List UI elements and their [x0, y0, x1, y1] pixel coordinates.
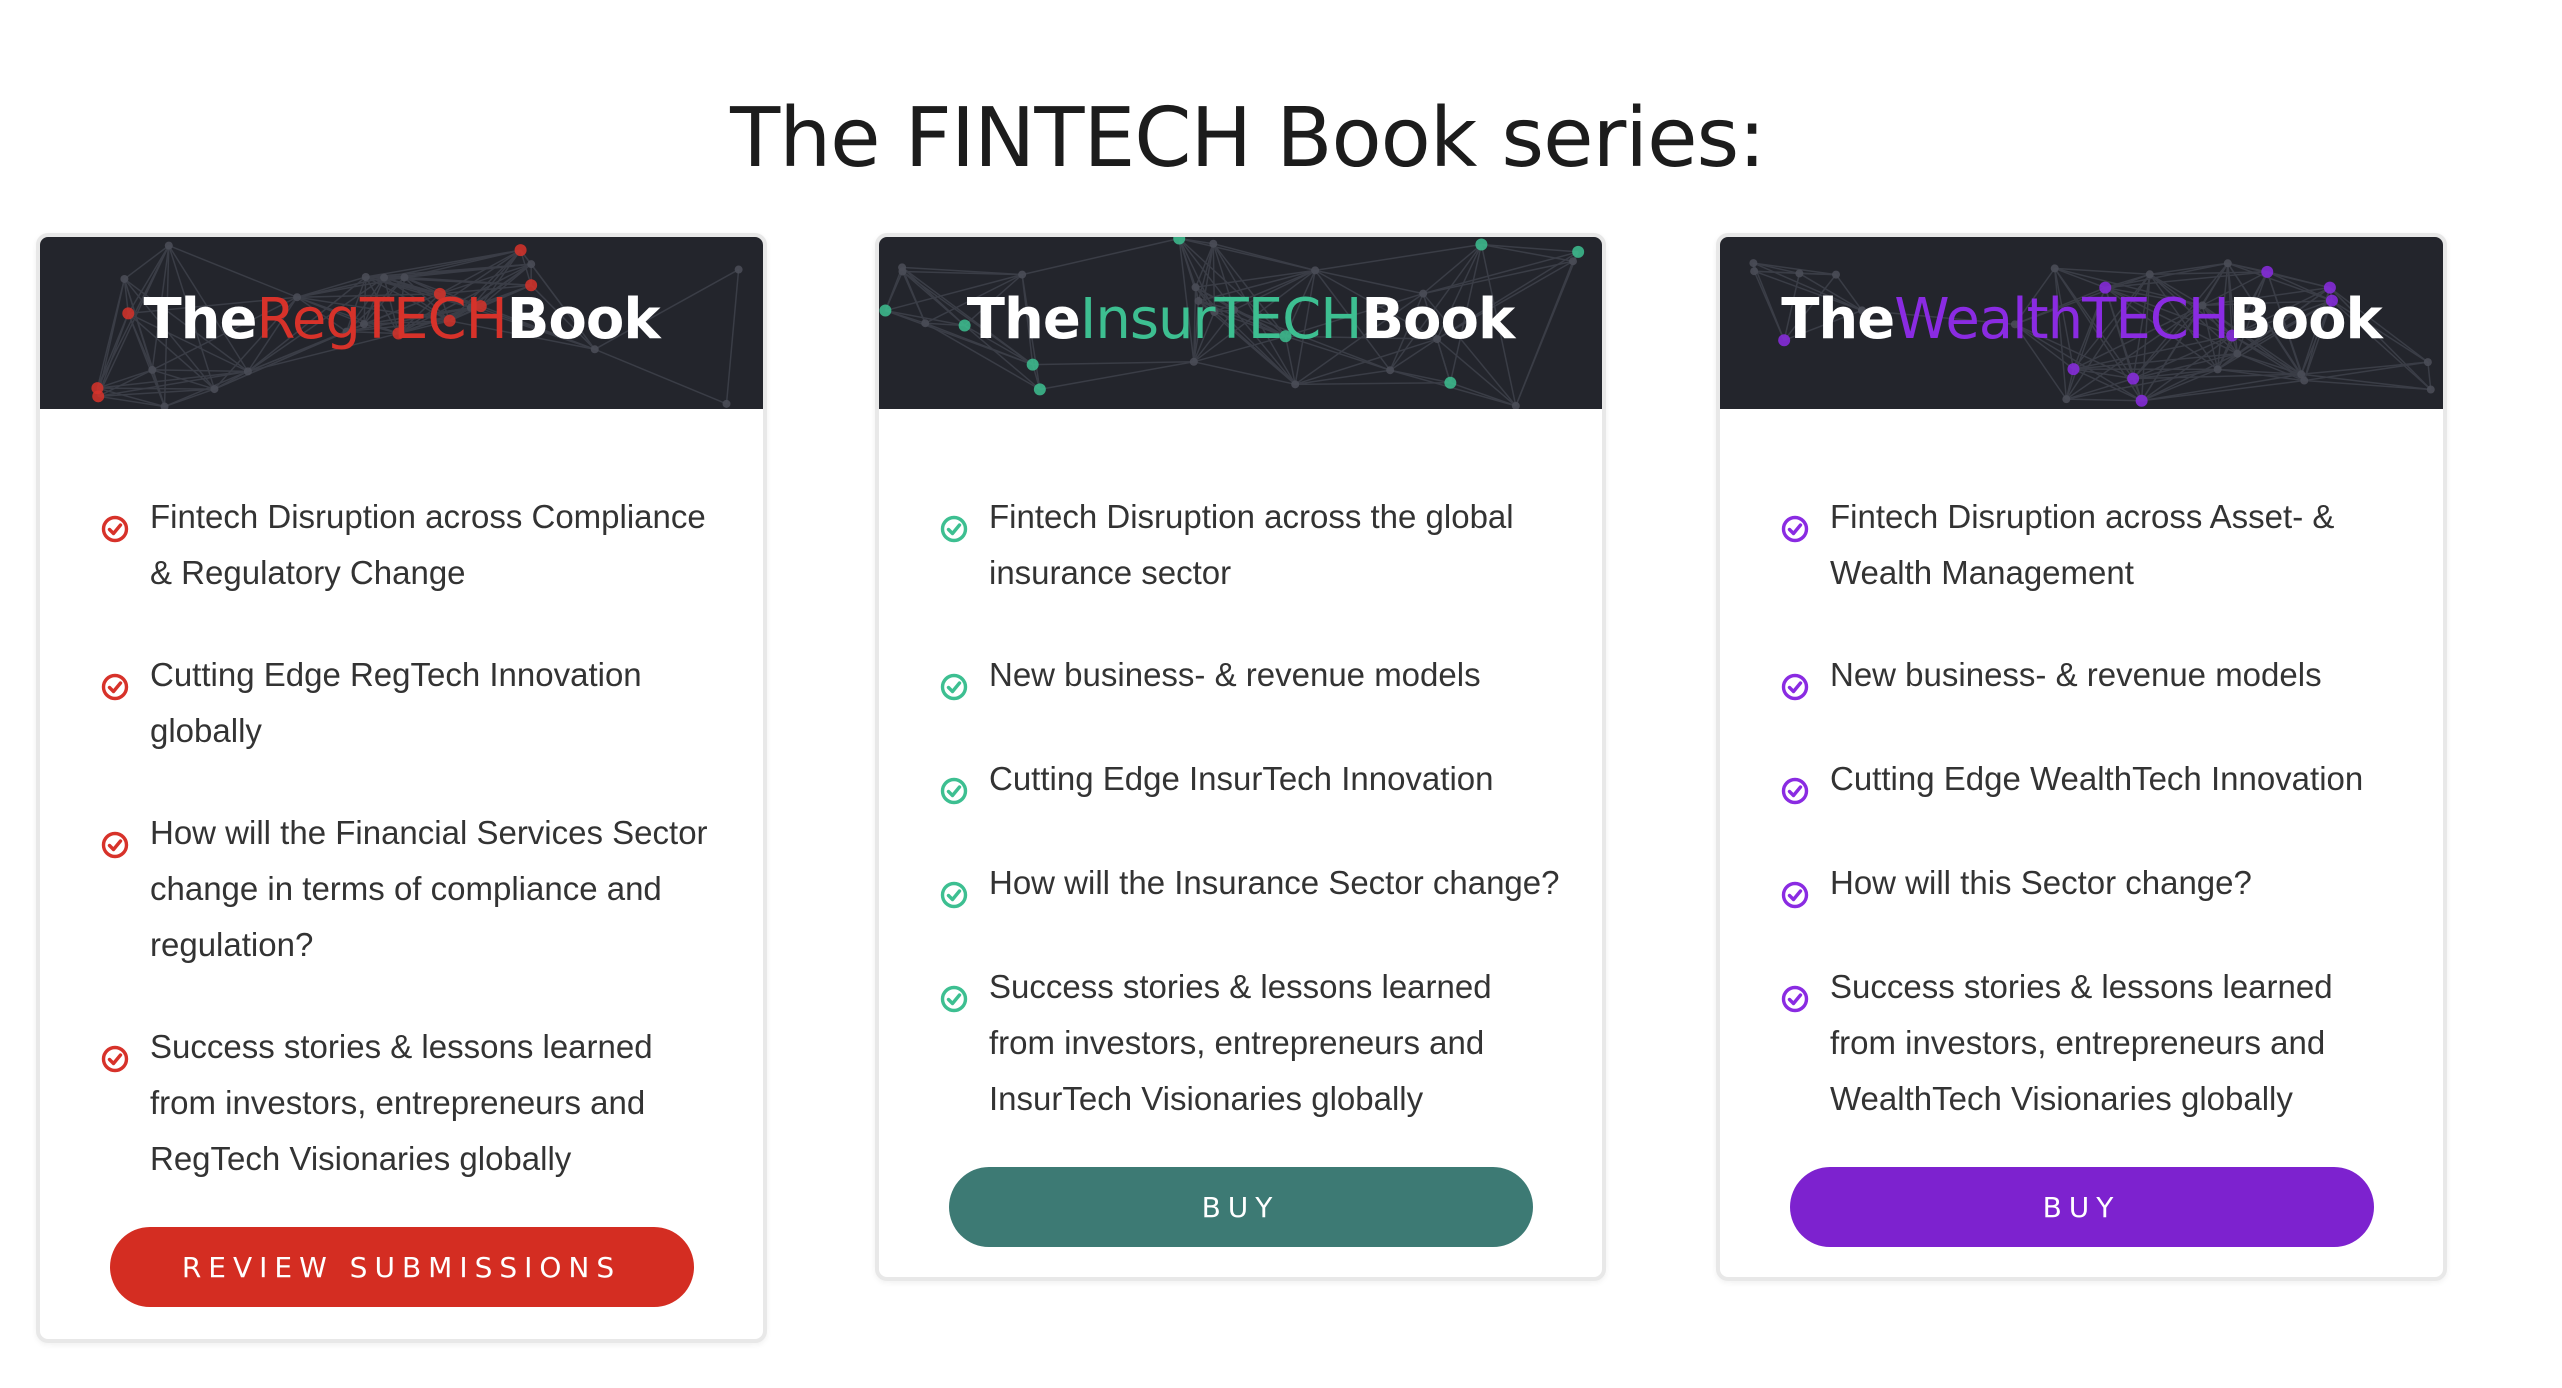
- feature-item: Success stories & lessons learned from i…: [100, 1019, 723, 1187]
- feature-list: Fintech Disruption across Asset- & Wealt…: [1720, 409, 2443, 1127]
- feature-item: Cutting Edge WealthTech Innovation: [1780, 751, 2403, 807]
- page-title: The FINTECH Book series:: [730, 90, 1766, 186]
- check-circle-icon: [100, 505, 130, 543]
- book-card-insurtech: TheInsurTECHBook Fintech Disruption acro…: [875, 233, 1606, 1281]
- check-circle-icon: [939, 871, 969, 909]
- book-banner-wealthtech: TheWealthTECHBook: [1720, 237, 2443, 409]
- check-circle-icon: [100, 663, 130, 701]
- check-circle-icon: [939, 505, 969, 543]
- feature-item: New business- & revenue models: [1780, 647, 2403, 703]
- check-circle-icon: [939, 767, 969, 805]
- check-circle-icon: [1780, 663, 1810, 701]
- book-banner-title: TheWealthTECHBook: [1781, 287, 2383, 352]
- check-circle-icon: [1780, 767, 1810, 805]
- review-submissions-button[interactable]: REVIEW SUBMISSIONS: [109, 1227, 694, 1307]
- check-circle-icon: [1780, 505, 1810, 543]
- feature-item: Success stories & lessons learned from i…: [939, 959, 1562, 1127]
- book-card-wealthtech: TheWealthTECHBook Fintech Disruption acr…: [1716, 233, 2447, 1281]
- feature-item: Cutting Edge RegTech Innovation globally: [100, 647, 723, 759]
- book-banner-title: TheInsurTECHBook: [966, 287, 1515, 352]
- buy-button[interactable]: BUY: [1789, 1167, 2374, 1247]
- feature-item: Fintech Disruption across Asset- & Wealt…: [1780, 489, 2403, 601]
- book-banner-regtech: TheRegTECHBook: [40, 237, 763, 409]
- feature-list: Fintech Disruption across the global ins…: [879, 409, 1602, 1127]
- check-circle-icon: [100, 1035, 130, 1073]
- feature-item: Success stories & lessons learned from i…: [1780, 959, 2403, 1127]
- check-circle-icon: [939, 663, 969, 701]
- check-circle-icon: [1780, 975, 1810, 1013]
- feature-list: Fintech Disruption across Compliance & R…: [40, 409, 763, 1187]
- feature-item: How will the Insurance Sector change?: [939, 855, 1562, 911]
- feature-item: Cutting Edge InsurTech Innovation: [939, 751, 1562, 807]
- check-circle-icon: [100, 821, 130, 859]
- check-circle-icon: [1780, 871, 1810, 909]
- feature-item: How will the Financial Services Sector c…: [100, 805, 723, 973]
- feature-item: New business- & revenue models: [939, 647, 1562, 703]
- book-card-regtech: TheRegTECHBook Fintech Disruption across…: [36, 233, 767, 1343]
- feature-item: How will this Sector change?: [1780, 855, 2403, 911]
- check-circle-icon: [939, 975, 969, 1013]
- buy-button[interactable]: BUY: [948, 1167, 1533, 1247]
- book-banner-insurtech: TheInsurTECHBook: [879, 237, 1602, 409]
- feature-item: Fintech Disruption across the global ins…: [939, 489, 1562, 601]
- feature-item: Fintech Disruption across Compliance & R…: [100, 489, 723, 601]
- book-banner-title: TheRegTECHBook: [143, 287, 660, 352]
